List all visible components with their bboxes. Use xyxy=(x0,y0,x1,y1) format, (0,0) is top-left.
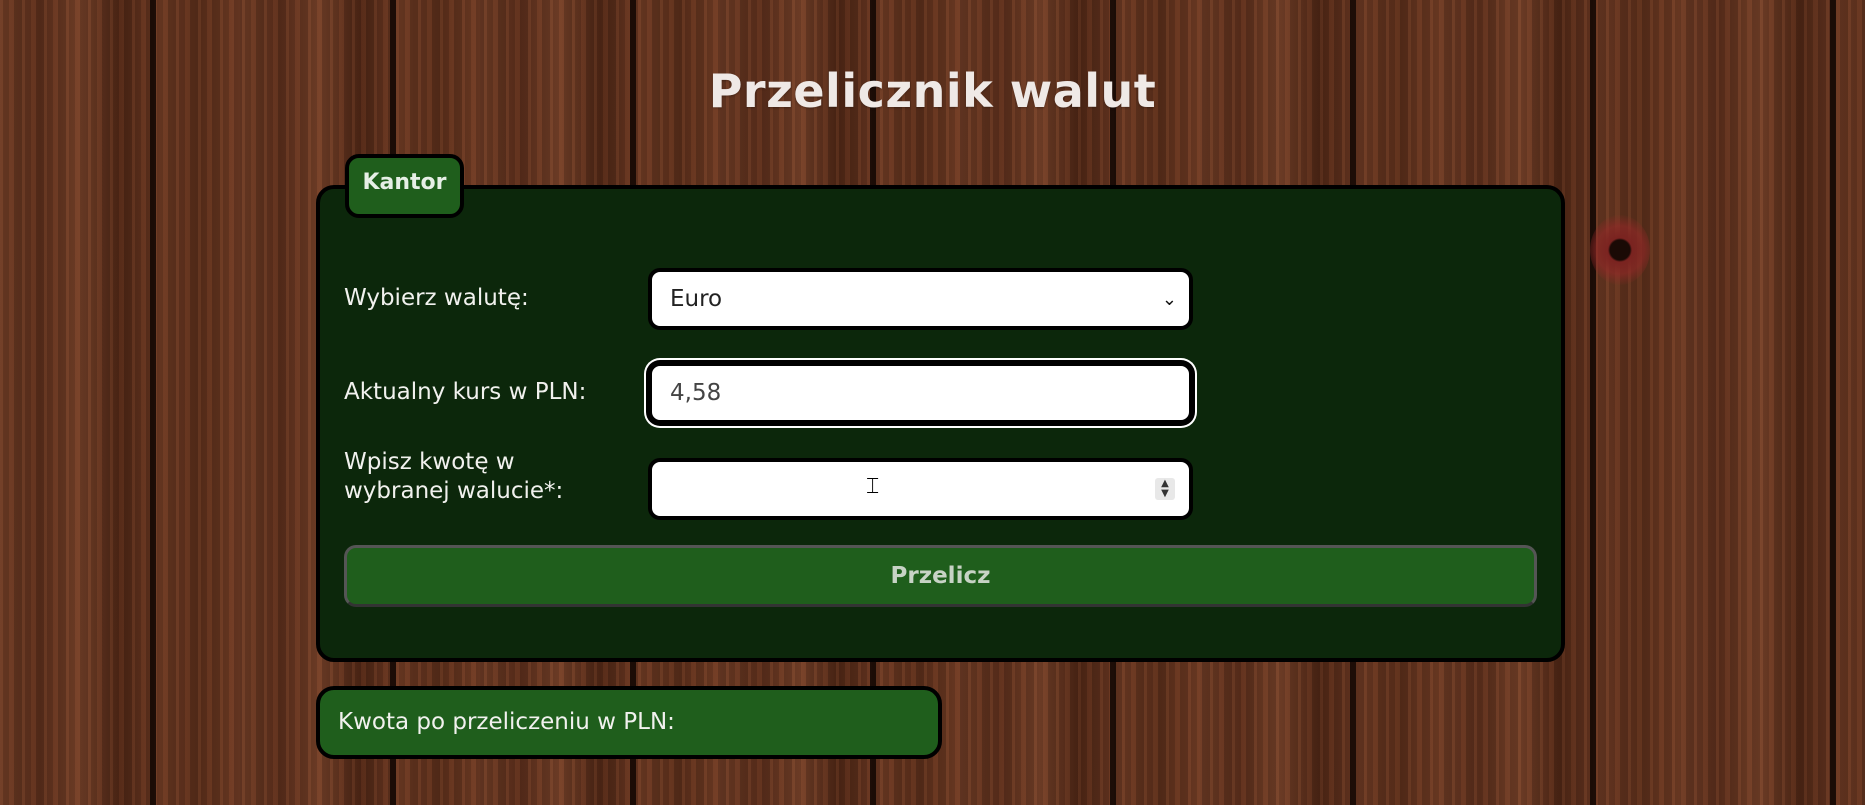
result-label: Kwota po przeliczeniu w PLN: xyxy=(338,709,675,735)
rate-input-value: 4,58 xyxy=(670,380,722,406)
currency-select[interactable]: Euro ⌄ xyxy=(648,268,1193,330)
spin-down-icon[interactable]: ▼ xyxy=(1161,489,1169,499)
wood-knot xyxy=(1590,215,1650,285)
currency-select-value: Euro xyxy=(670,286,723,312)
text-cursor-icon: ⌶ xyxy=(866,474,880,499)
amount-input[interactable]: ▲ ▼ xyxy=(648,458,1193,520)
rate-input[interactable]: 4,58 xyxy=(648,362,1193,424)
rate-label: Aktualny kurs w PLN: xyxy=(344,379,587,405)
amount-label-line1: Wpisz kwotę w xyxy=(344,449,515,475)
convert-button[interactable]: Przelicz xyxy=(344,545,1537,607)
tab-kantor: Kantor xyxy=(345,154,464,218)
amount-label: Wpisz kwotę w wybranej walucie*: xyxy=(344,448,563,506)
number-spinner[interactable]: ▲ ▼ xyxy=(1155,478,1175,500)
chevron-down-icon: ⌄ xyxy=(1161,289,1177,310)
amount-label-line2: wybranej walucie*: xyxy=(344,478,564,504)
page-title: Przelicznik walut xyxy=(708,64,1157,118)
result-box: Kwota po przeliczeniu w PLN: xyxy=(316,686,942,759)
currency-label: Wybierz walutę: xyxy=(344,285,529,311)
